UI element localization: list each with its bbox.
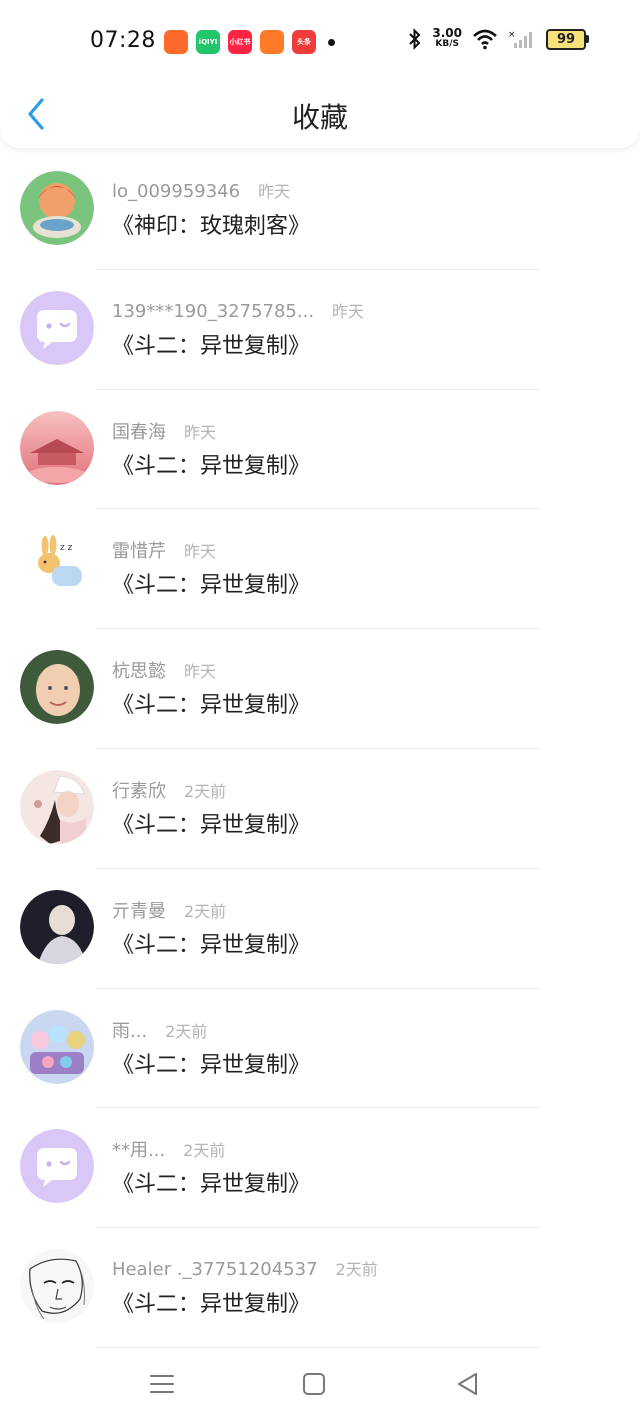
system-nav-bar bbox=[0, 1350, 640, 1422]
status-time: 07:28 bbox=[90, 28, 156, 53]
favorite-date: 2天前 bbox=[184, 901, 227, 921]
favorite-date: 2天前 bbox=[335, 1260, 378, 1280]
book-title[interactable]: 《斗二：异世复制》 bbox=[112, 807, 310, 839]
favorite-date: 昨天 bbox=[184, 422, 217, 442]
book-title[interactable]: 《斗二：异世复制》 bbox=[112, 687, 310, 719]
avatar[interactable] bbox=[20, 171, 94, 245]
list-item[interactable]: lo_009959346 昨天 《神印：玫瑰刺客》 bbox=[0, 150, 640, 270]
favorite-date: 昨天 bbox=[184, 542, 217, 562]
favorite-date: 2天前 bbox=[184, 781, 227, 801]
avatar[interactable] bbox=[20, 410, 94, 485]
network-speed-value: 3.00 bbox=[432, 26, 462, 40]
user-name: 雨... bbox=[112, 1020, 148, 1042]
favorite-date: 2天前 bbox=[183, 1141, 226, 1161]
item-meta: 行素欣 2天前 bbox=[112, 777, 226, 803]
back-triangle-icon[interactable] bbox=[454, 1370, 482, 1398]
item-meta: 杭思懿 昨天 bbox=[112, 657, 216, 683]
app-icon-xiaohongshu: 小红书 bbox=[228, 30, 252, 54]
user-name: 亓青曼 bbox=[112, 900, 166, 922]
user-name: 雷惜芹 bbox=[112, 541, 166, 563]
book-title[interactable]: 《斗二：异世复制》 bbox=[112, 567, 310, 599]
app-icon-iqiyi: iQIYI bbox=[196, 30, 220, 54]
svg-text:z z: z z bbox=[60, 543, 73, 553]
book-title[interactable]: 《斗二：异世复制》 bbox=[112, 328, 310, 360]
avatar[interactable] bbox=[20, 889, 94, 964]
user-name: Healer ._37751204537 bbox=[112, 1259, 318, 1281]
favorites-list: lo_009959346 昨天 《神印：玫瑰刺客》 139***190_3275… bbox=[0, 150, 640, 1348]
book-title[interactable]: 《斗二：异世复制》 bbox=[112, 1047, 310, 1079]
list-item[interactable]: 雨... 2天前 《斗二：异世复制》 bbox=[0, 989, 640, 1109]
list-item[interactable]: 亓青曼 2天前 《斗二：异世复制》 bbox=[0, 869, 640, 989]
book-title[interactable]: 《斗二：异世复制》 bbox=[112, 1286, 310, 1318]
app-icon-4 bbox=[260, 30, 284, 54]
item-meta: 国春海 昨天 bbox=[112, 418, 216, 444]
favorite-date: 2天前 bbox=[165, 1021, 208, 1041]
avatar[interactable] bbox=[20, 650, 94, 725]
avatar[interactable] bbox=[20, 1129, 94, 1204]
app-header: 收藏 bbox=[0, 84, 640, 148]
home-square-icon[interactable] bbox=[300, 1370, 328, 1398]
status-bar: 07:28 iQIYI 小红书 头条 3.00 KB/S × 99 bbox=[0, 0, 640, 84]
wifi-icon bbox=[473, 29, 497, 50]
list-item[interactable]: **用... 2天前 《斗二：异世复制》 bbox=[0, 1108, 640, 1229]
list-item[interactable]: 国春海 昨天 《斗二：异世复制》 bbox=[0, 390, 640, 510]
user-name: 139***190_3275785... bbox=[112, 300, 315, 322]
avatar[interactable]: z z bbox=[20, 530, 94, 605]
network-speed: 3.00 KB/S bbox=[432, 26, 462, 50]
item-meta: Healer ._37751204537 2天前 bbox=[112, 1256, 378, 1280]
system-indicators: 3.00 KB/S × 99 bbox=[408, 26, 589, 50]
svg-text:×: × bbox=[508, 30, 516, 40]
user-name: 杭思懿 bbox=[112, 661, 166, 683]
bluetooth-icon bbox=[409, 28, 421, 50]
book-title[interactable]: 《斗二：异世复制》 bbox=[112, 927, 310, 959]
item-meta: 139***190_3275785... 昨天 bbox=[112, 298, 364, 322]
divider bbox=[96, 1346, 540, 1348]
item-meta: 雨... 2天前 bbox=[112, 1017, 207, 1043]
avatar[interactable] bbox=[20, 290, 94, 365]
list-item[interactable]: 行素欣 2天前 《斗二：异世复制》 bbox=[0, 749, 640, 869]
user-name: 国春海 bbox=[112, 421, 166, 443]
user-name: **用... bbox=[112, 1140, 166, 1162]
item-meta: 亓青曼 2天前 bbox=[112, 897, 226, 923]
list-item[interactable]: 139***190_3275785... 昨天 《斗二：异世复制》 bbox=[0, 270, 640, 390]
book-title[interactable]: 《神印：玫瑰刺客》 bbox=[112, 208, 310, 240]
user-name: lo_009959346 bbox=[112, 181, 241, 202]
favorite-date: 昨天 bbox=[332, 301, 365, 321]
favorite-date: 昨天 bbox=[258, 182, 291, 201]
avatar[interactable] bbox=[20, 1009, 94, 1084]
item-meta: lo_009959346 昨天 bbox=[112, 178, 290, 202]
item-meta: 雷惜芹 昨天 bbox=[112, 537, 216, 563]
list-item[interactable]: 杭思懿 昨天 《斗二：异世复制》 bbox=[0, 629, 640, 749]
user-name: 行素欣 bbox=[112, 780, 166, 802]
network-speed-unit: KB/S bbox=[435, 39, 459, 49]
item-meta: **用... 2天前 bbox=[112, 1136, 225, 1162]
page-title: 收藏 bbox=[291, 101, 348, 134]
list-item[interactable]: z z 雷惜芹 昨天 《斗二：异世复制》 bbox=[0, 509, 640, 630]
book-title[interactable]: 《斗二：异世复制》 bbox=[112, 448, 310, 480]
battery-indicator: 99 bbox=[546, 28, 589, 50]
signal-icon: × bbox=[508, 30, 532, 48]
avatar[interactable] bbox=[20, 769, 94, 844]
avatar[interactable] bbox=[20, 1249, 94, 1324]
notification-app-icons: iQIYI 小红书 头条 bbox=[164, 30, 316, 54]
favorite-date: 昨天 bbox=[184, 662, 217, 682]
more-notifications-dot bbox=[328, 39, 335, 46]
book-title[interactable]: 《斗二：异世复制》 bbox=[112, 1166, 310, 1198]
menu-icon[interactable] bbox=[148, 1370, 176, 1398]
app-icon-1 bbox=[164, 30, 188, 54]
app-icon-toutiao: 头条 bbox=[292, 30, 316, 54]
list-item[interactable]: Healer ._37751204537 2天前 《斗二：异世复制》 bbox=[0, 1228, 640, 1348]
